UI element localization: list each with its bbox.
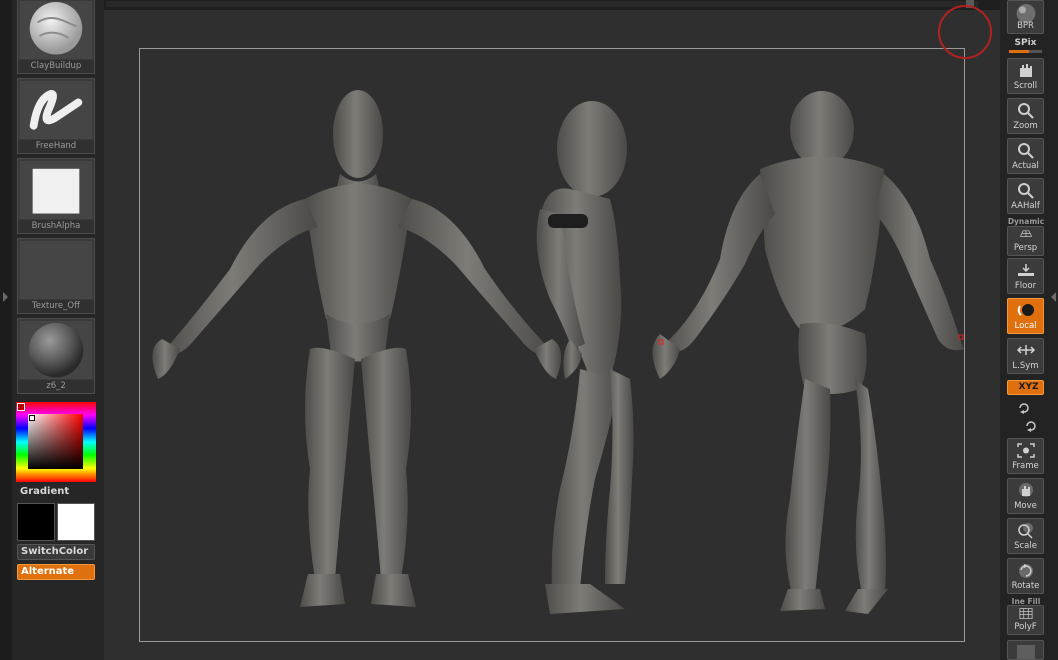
switch-color-button[interactable]: SwitchColor <box>17 544 95 560</box>
back-view-figure <box>652 91 964 614</box>
aahalf-icon <box>1018 183 1034 199</box>
bpr-label: BPR <box>1017 21 1034 31</box>
persp-button[interactable]: Persp <box>1007 226 1044 256</box>
move-button[interactable]: Move <box>1007 478 1044 514</box>
xyz-label: XYZ <box>1018 382 1039 392</box>
brush-label: ClayBuildup <box>18 60 94 73</box>
spix-track <box>1009 50 1042 53</box>
color-square-marker <box>29 415 35 421</box>
stroke-selector[interactable]: FreeHand <box>17 78 95 154</box>
move-label: Move <box>1014 501 1037 511</box>
bpr-button[interactable]: BPR <box>1007 0 1044 34</box>
clay-brush-icon <box>20 1 92 60</box>
floor-icon <box>1018 264 1034 276</box>
polyf-label: PolyF <box>1014 622 1037 632</box>
rotate-button[interactable]: Rotate <box>1007 558 1044 594</box>
local-label: Local <box>1014 321 1037 331</box>
spix-label: SPix <box>1014 38 1037 48</box>
front-view-figure <box>152 90 562 607</box>
scale-button[interactable]: Scale <box>1007 518 1044 554</box>
xyz-button[interactable]: XYZ <box>1007 380 1044 395</box>
local-button[interactable]: Local <box>1007 298 1044 334</box>
zoom-label: Zoom <box>1013 121 1038 131</box>
rotate-z-icon[interactable] <box>1024 418 1038 432</box>
main-color-swatch[interactable] <box>17 503 55 541</box>
material-selector[interactable]: z6_2 <box>17 318 95 394</box>
alpha-square-icon <box>20 161 92 220</box>
zoom-button[interactable]: Zoom <box>1007 98 1044 134</box>
color-picker-marker <box>17 403 25 411</box>
scroll-hand-icon <box>1020 64 1032 77</box>
rotate-icon <box>1019 564 1033 578</box>
left-tray-arrow-icon[interactable] <box>3 292 8 302</box>
color-picker-square[interactable] <box>28 414 83 469</box>
dynamic-caption: Dynamic <box>1007 217 1045 226</box>
freehand-stroke-icon <box>20 81 92 140</box>
lsym-button[interactable]: L.Sym <box>1007 338 1044 374</box>
right-tray-arrow-icon[interactable] <box>1051 292 1056 302</box>
aahalf-button[interactable]: AAHalf <box>1007 178 1044 214</box>
material-label: z6_2 <box>18 380 94 393</box>
sculpt-views[interactable] <box>140 49 964 641</box>
frame-icon <box>1017 443 1035 458</box>
secondary-color-swatch[interactable] <box>57 503 95 541</box>
spix-slider[interactable]: SPix <box>1007 38 1044 54</box>
top-scroll-track <box>106 1 978 7</box>
transp-partial-icon <box>1017 645 1035 659</box>
texture-empty-icon <box>20 241 92 299</box>
scroll-button[interactable]: Scroll <box>1007 58 1044 94</box>
texture-selector[interactable]: Texture_Off <box>17 238 95 314</box>
scroll-label: Scroll <box>1013 81 1038 91</box>
local-icon <box>1017 304 1034 316</box>
aahalf-label: AAHalf <box>1011 201 1040 211</box>
alpha-selector[interactable]: BrushAlpha <box>17 158 95 234</box>
brush-selector[interactable]: ClayBuildup <box>17 0 95 74</box>
actual-button[interactable]: Actual <box>1007 138 1044 174</box>
spix-fill <box>1009 50 1029 53</box>
material-sphere-icon <box>20 321 92 380</box>
lsym-label: L.Sym <box>1012 361 1039 371</box>
persp-label: Persp <box>1013 243 1038 253</box>
alpha-label: BrushAlpha <box>18 220 94 233</box>
floor-label: Floor <box>1014 281 1037 291</box>
gradient-label[interactable]: Gradient <box>20 486 69 497</box>
texture-label: Texture_Off <box>18 300 94 313</box>
frame-label: Frame <box>1012 461 1039 471</box>
actual-label: Actual <box>1012 161 1039 171</box>
frame-button[interactable]: Frame <box>1007 438 1044 474</box>
persp-grid-icon <box>1020 230 1032 237</box>
top-scroll-strip[interactable] <box>104 0 1000 10</box>
alternate-button[interactable]: Alternate <box>17 564 95 580</box>
polyf-button[interactable]: PolyF <box>1007 605 1044 635</box>
rotate-y-icon[interactable] <box>1017 400 1031 414</box>
polyf-icon <box>1019 608 1033 619</box>
lsym-icon <box>1016 345 1036 355</box>
transp-button-partial[interactable] <box>1007 640 1044 660</box>
rotate-label: Rotate <box>1011 581 1040 591</box>
actual-icon <box>1018 143 1034 159</box>
scale-icon <box>1018 523 1033 539</box>
left-tray-toggle[interactable] <box>0 0 12 660</box>
move-icon <box>1019 483 1033 497</box>
zoom-icon <box>1018 103 1034 119</box>
stroke-label: FreeHand <box>18 140 94 153</box>
floor-button[interactable]: Floor <box>1007 258 1044 294</box>
scale-label: Scale <box>1014 541 1037 551</box>
